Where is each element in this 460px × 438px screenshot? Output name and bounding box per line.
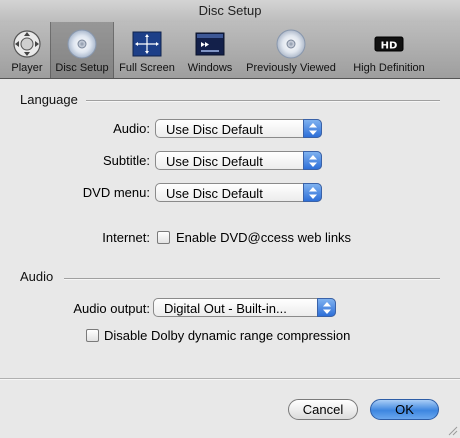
audio-output-popup-value: Digital Out - Built-in... (164, 301, 287, 316)
disable-dolby-checkbox[interactable] (86, 329, 99, 342)
audio-popup[interactable]: Use Disc Default (155, 119, 322, 138)
preferences-toolbar: Player Disc Setup Full Screen Windows Pr… (0, 22, 460, 79)
toolbar-item-previously-viewed[interactable]: Previously Viewed (242, 22, 340, 78)
disc-setup-window: Disc Setup Player Disc Setup Full Screen… (0, 0, 460, 438)
toolbar-item-player[interactable]: Player (6, 22, 48, 78)
subtitle-popup[interactable]: Use Disc Default (155, 151, 322, 170)
audio-output-popup[interactable]: Digital Out - Built-in... (153, 298, 336, 317)
toolbar-item-label: Disc Setup (55, 62, 109, 74)
popup-stepper-icon (303, 119, 322, 138)
language-separator (86, 100, 440, 102)
dvd-menu-label: DVD menu: (82, 185, 150, 200)
disable-dolby-label[interactable]: Disable Dolby dynamic range compression (104, 328, 350, 343)
cancel-button[interactable]: Cancel (288, 399, 358, 420)
popup-stepper-icon (317, 298, 336, 317)
popup-stepper-icon (303, 151, 322, 170)
resize-grip-icon[interactable] (447, 425, 458, 436)
previously-viewed-disc-icon (276, 29, 306, 59)
toolbar-item-label: Player (11, 62, 43, 74)
audio-separator (64, 278, 440, 280)
ok-button[interactable]: OK (370, 399, 439, 420)
enable-dvdaccess-label[interactable]: Enable DVD@ccess web links (176, 230, 351, 245)
button-area-separator (0, 378, 460, 380)
toolbar-item-label: Windows (187, 62, 233, 74)
svg-text:HD: HD (381, 41, 398, 52)
audio-output-label: Audio output: (73, 301, 150, 316)
toolbar-item-full-screen[interactable]: Full Screen (116, 22, 178, 78)
dvd-menu-popup[interactable]: Use Disc Default (155, 183, 322, 202)
hd-icon: HD (374, 36, 404, 52)
toolbar-item-label: High Definition (353, 62, 425, 74)
audio-label: Audio: (113, 121, 150, 136)
audio-popup-value: Use Disc Default (166, 122, 263, 137)
toolbar-item-disc-setup[interactable]: Disc Setup (50, 22, 114, 78)
disc-icon (67, 29, 97, 59)
windows-icon (195, 32, 225, 56)
full-screen-icon (132, 31, 162, 57)
internet-label: Internet: (102, 230, 150, 245)
subtitle-popup-value: Use Disc Default (166, 154, 263, 169)
window-titlebar[interactable]: Disc Setup (0, 0, 460, 22)
window-title: Disc Setup (198, 3, 262, 18)
dvd-menu-popup-value: Use Disc Default (166, 186, 263, 201)
popup-stepper-icon (303, 183, 322, 202)
toolbar-item-label: Full Screen (119, 62, 175, 74)
toolbar-item-label: Previously Viewed (246, 62, 336, 74)
player-gear-icon (13, 30, 41, 58)
toolbar-item-windows[interactable]: Windows (180, 22, 240, 78)
subtitle-label: Subtitle: (103, 153, 150, 168)
audio-section-title: Audio (20, 269, 54, 284)
toolbar-item-high-definition[interactable]: HD High Definition (344, 22, 434, 78)
language-section-title: Language (20, 92, 78, 107)
enable-dvdaccess-checkbox[interactable] (157, 231, 170, 244)
